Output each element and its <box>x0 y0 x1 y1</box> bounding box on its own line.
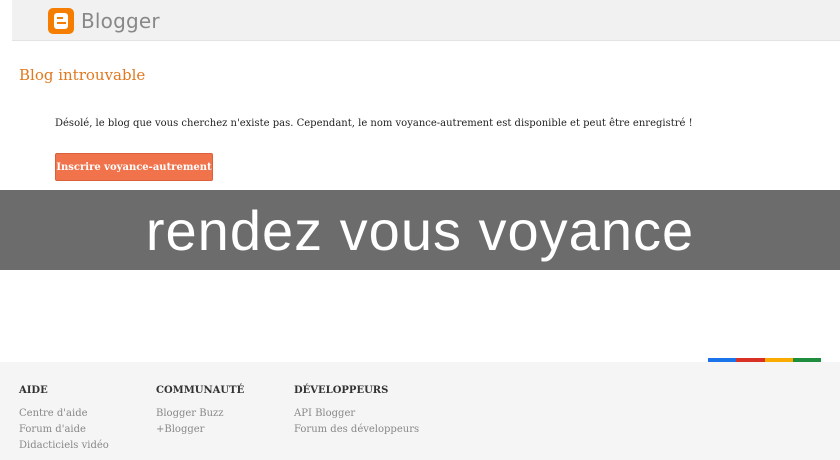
footer-link-help-forum[interactable]: Forum d'aide <box>19 424 109 436</box>
footer-link-video-tutorials[interactable]: Didacticiels vidéo <box>19 440 109 452</box>
page-title: Blog introuvable <box>19 66 146 84</box>
footer-column-developers: DÉVELOPPEURS API Blogger Forum des dével… <box>294 385 419 440</box>
top-header: Blogger <box>12 0 840 41</box>
footer-link-help-center[interactable]: Centre d'aide <box>19 408 109 420</box>
footer-heading-community: COMMUNAUTÉ <box>156 385 245 396</box>
logo-text: Blogger <box>81 9 160 33</box>
banner-text: rendez vous voyance <box>145 198 695 262</box>
footer-heading-help: AIDE <box>19 385 48 396</box>
footer-link-blogger-buzz[interactable]: Blogger Buzz <box>156 408 244 420</box>
footer-link-blogger-api[interactable]: API Blogger <box>294 408 419 420</box>
color-bar-green <box>792 358 821 362</box>
footer-link-google-plus-blogger[interactable]: +Blogger <box>156 424 244 436</box>
blogger-icon <box>48 8 74 34</box>
register-blog-button[interactable]: Inscrire voyance-autrement <box>55 153 213 181</box>
overlay-banner: rendez vous voyance <box>0 190 840 270</box>
color-bar-blue <box>708 358 737 362</box>
color-bar-red <box>736 358 765 362</box>
footer-heading-developers: DÉVELOPPEURS <box>294 385 389 396</box>
footer-link-developer-forum[interactable]: Forum des développeurs <box>294 424 419 436</box>
footer-column-community: COMMUNAUTÉ Blogger Buzz +Blogger <box>156 385 244 440</box>
footer-column-help: AIDE Centre d'aide Forum d'aide Didactic… <box>19 385 109 456</box>
footer-color-bar <box>708 358 821 362</box>
footer <box>0 362 840 460</box>
not-found-message: Désolé, le blog que vous cherchez n'exis… <box>55 118 693 129</box>
blogger-logo[interactable]: Blogger <box>48 8 160 34</box>
color-bar-yellow <box>764 358 793 362</box>
